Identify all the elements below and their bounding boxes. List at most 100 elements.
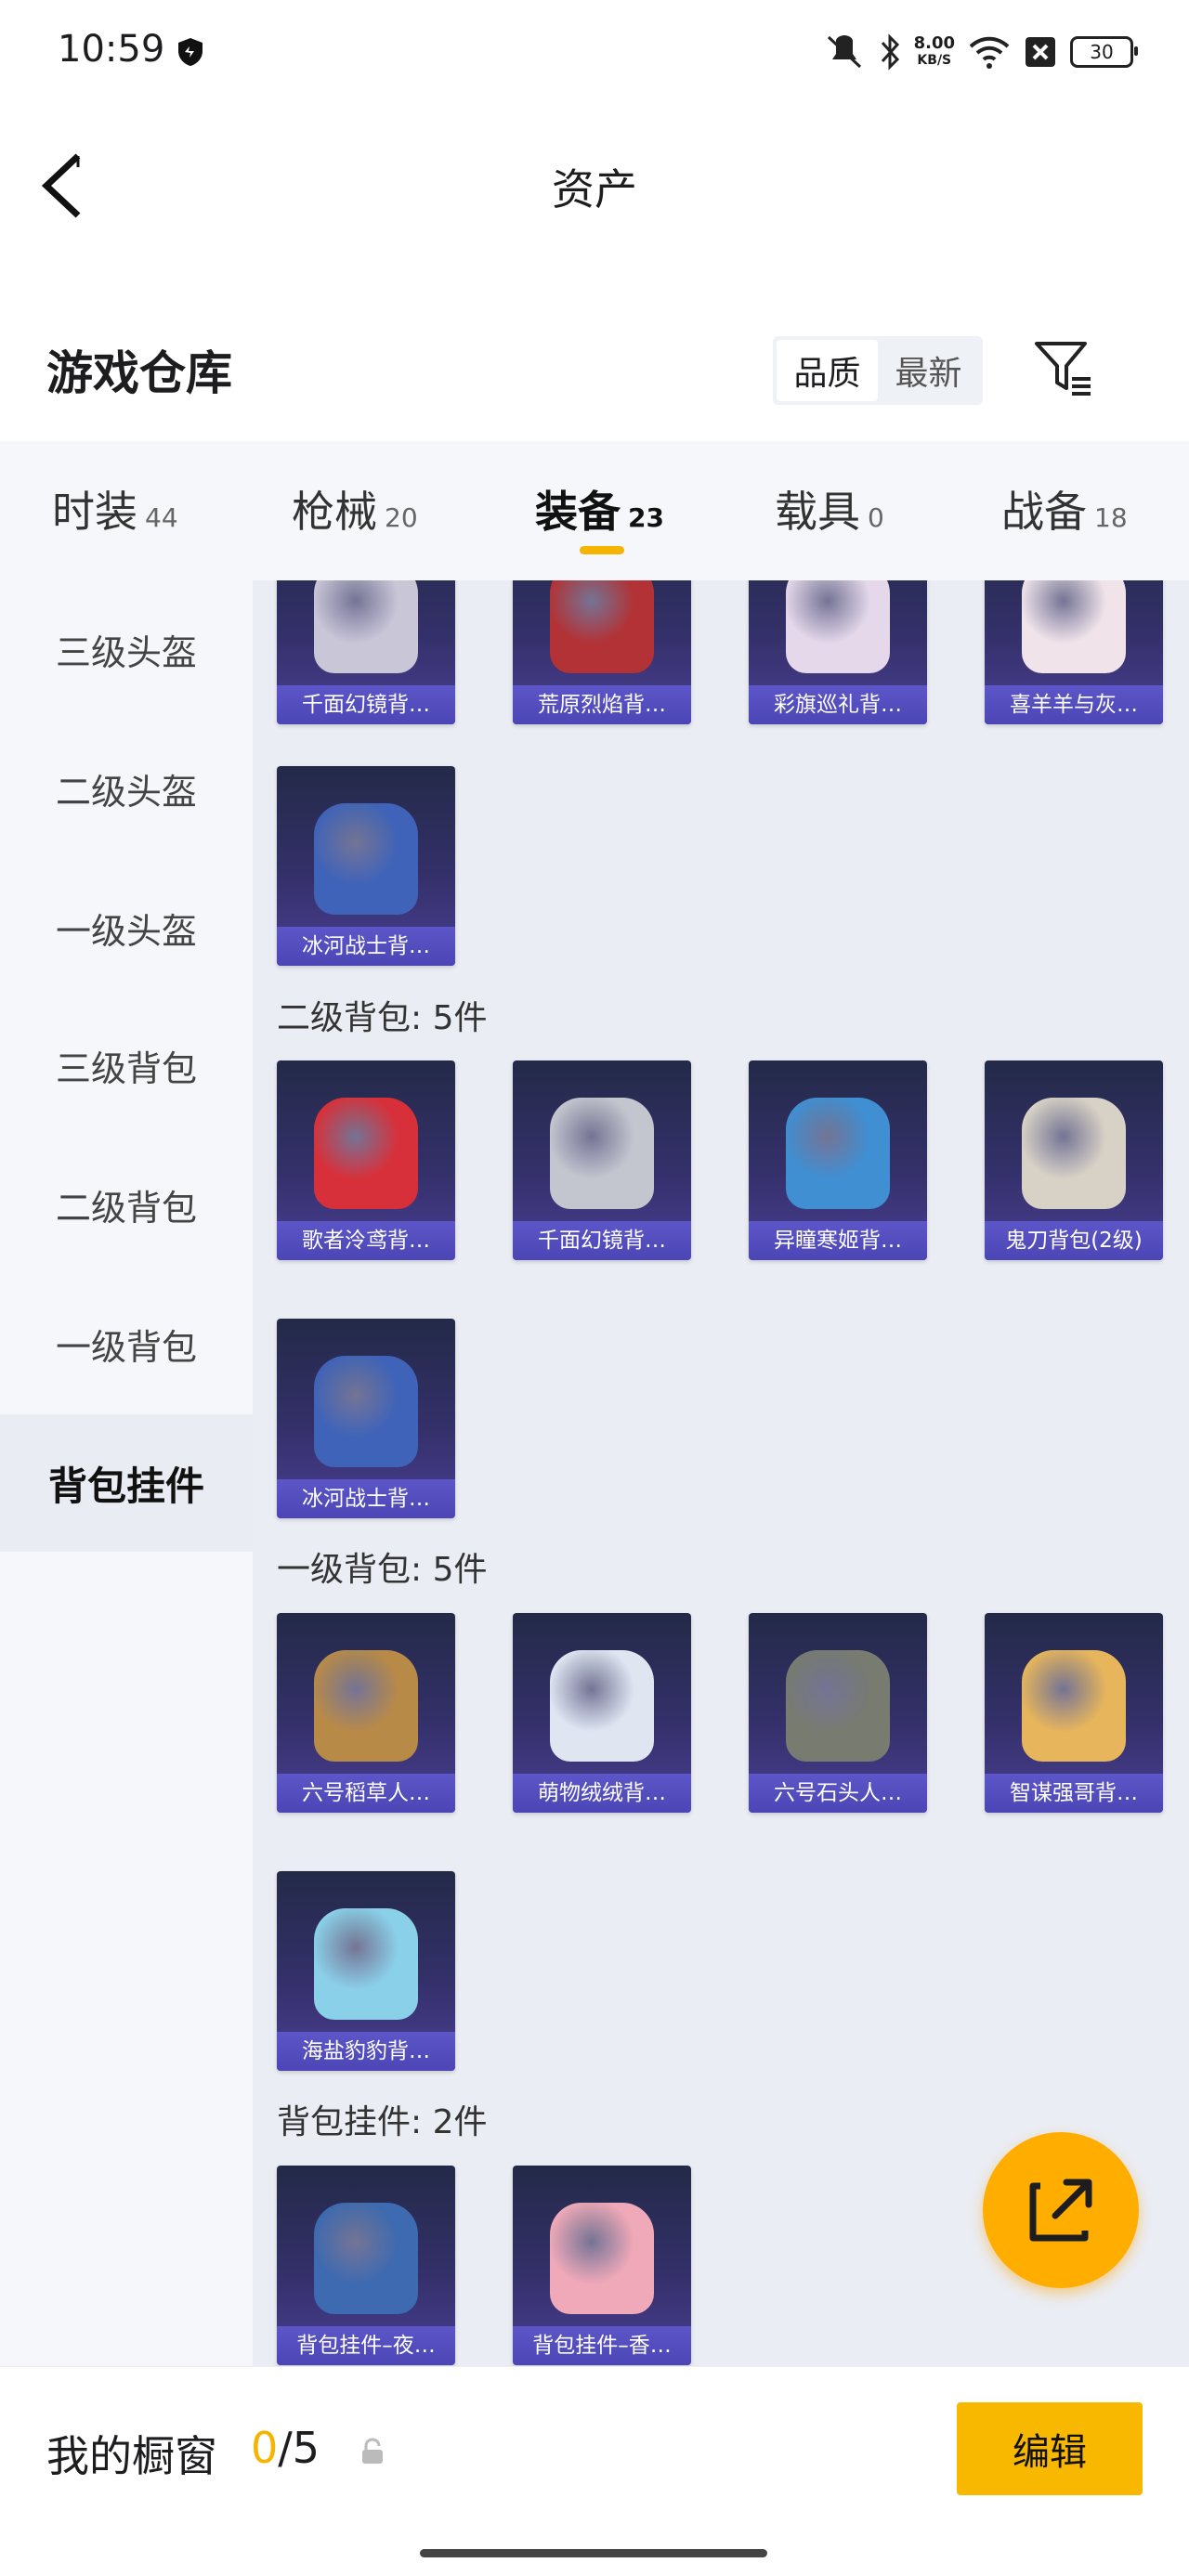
shield-icon: [178, 38, 203, 66]
item-name: 彩旗巡礼背…: [749, 685, 927, 724]
backpack-image: [314, 1908, 418, 2020]
tab-label: 载具: [775, 487, 860, 537]
item-name: 六号石头人…: [749, 1774, 927, 1813]
section-title: 背包挂件: 2件: [277, 2103, 488, 2141]
tab-preparation[interactable]: 战备 18: [1001, 478, 1128, 540]
item-name: 歌者泠鸢背…: [277, 1221, 455, 1260]
item-card[interactable]: 六号稻草人…: [277, 1613, 455, 1813]
item-name: 智谋强哥背…: [985, 1774, 1163, 1813]
tab-equipment[interactable]: 装备 23: [535, 478, 664, 540]
status-icons: 8.00 KB/S 30: [823, 26, 1138, 78]
sort-newest-option[interactable]: 最新: [878, 340, 979, 401]
tab-fashion[interactable]: 时装 44: [52, 478, 178, 540]
item-card[interactable]: 千面幻镜背…: [513, 1060, 691, 1260]
tab-vehicles[interactable]: 载具 0: [775, 478, 884, 540]
backpack-image: [314, 1650, 418, 1762]
tab-firearms[interactable]: 枪械 20: [292, 478, 418, 540]
item-card[interactable]: 喜羊羊与灰…: [985, 580, 1163, 724]
item-card[interactable]: 歌者泠鸢背…: [277, 1060, 455, 1260]
tab-count: 20: [385, 502, 418, 533]
subcategory-sidebar: 三级头盔 二级头盔 一级头盔 三级背包 二级背包 一级背包 背包挂件: [0, 580, 253, 2465]
charm-image: [314, 2203, 418, 2314]
item-card[interactable]: 冰河战士背…: [277, 1319, 455, 1518]
battery-icon: 30: [1070, 36, 1138, 68]
backpack-image: [786, 1650, 890, 1762]
bluetooth-icon: [881, 33, 899, 71]
sidebar-item-level1-backpack[interactable]: 一级背包: [0, 1275, 253, 1412]
tab-label: 枪械: [292, 487, 377, 537]
item-name: 海盐豹豹背…: [277, 2032, 455, 2071]
item-card[interactable]: 海盐豹豹背…: [277, 1871, 455, 2071]
item-card[interactable]: 冰河战士背…: [277, 766, 455, 966]
no-sim-icon: [1026, 37, 1055, 67]
tab-label: 时装: [52, 487, 137, 537]
category-tabs: 时装 44 枪械 20 装备 23 载具 0 战备 18: [0, 441, 1189, 580]
item-card[interactable]: 千面幻镜背…: [277, 580, 455, 724]
sidebar-item-level1-helmet[interactable]: 一级头盔: [0, 859, 253, 996]
item-card[interactable]: 六号石头人…: [749, 1613, 927, 1813]
item-card[interactable]: 背包挂件–香…: [513, 2166, 691, 2365]
backpack-image: [786, 1098, 890, 1209]
speed-unit: KB/S: [917, 53, 952, 68]
backpack-image: [314, 1356, 418, 1467]
item-name: 冰河战士背…: [277, 1479, 455, 1518]
tab-active-indicator: [580, 546, 624, 554]
backpack-image: [1022, 580, 1126, 673]
sort-toggle: 品质 最新: [773, 336, 983, 405]
showcase-label: 我的橱窗: [46, 2431, 217, 2481]
item-name: 背包挂件–香…: [513, 2326, 691, 2365]
backpack-image: [314, 803, 418, 915]
home-indicator: [420, 2549, 767, 2557]
share-export-icon: [1029, 2179, 1092, 2242]
section-title: 二级背包: 5件: [277, 999, 488, 1037]
showcase-total: 5: [292, 2423, 320, 2473]
item-name: 萌物绒绒背…: [513, 1774, 691, 1813]
speed-value: 8.00: [913, 33, 955, 53]
tab-label: 战备: [1001, 487, 1087, 537]
wifi-icon: [969, 36, 1010, 69]
item-card[interactable]: 彩旗巡礼背…: [749, 580, 927, 724]
tab-count: 0: [868, 502, 884, 533]
mute-vibrate-icon: [827, 35, 861, 69]
backpack-image: [786, 580, 890, 673]
showcase-current: 0: [251, 2423, 279, 2473]
page-title: 资产: [552, 164, 637, 215]
battery-level: 30: [1090, 41, 1114, 63]
item-name: 荒原烈焰背…: [513, 685, 691, 724]
backpack-image: [550, 1098, 654, 1209]
item-name: 冰河战士背…: [277, 927, 455, 966]
sort-quality-option[interactable]: 品质: [777, 340, 878, 401]
sidebar-item-level3-backpack[interactable]: 三级背包: [0, 996, 253, 1134]
backpack-image: [314, 1098, 418, 1209]
backpack-image: [550, 1650, 654, 1762]
item-name: 喜羊羊与灰…: [985, 685, 1163, 724]
showcase-count: 0/5: [251, 2423, 320, 2473]
tab-count: 23: [628, 502, 664, 533]
item-card[interactable]: 智谋强哥背…: [985, 1613, 1163, 1813]
sidebar-item-level3-helmet[interactable]: 三级头盔: [0, 580, 253, 718]
item-name: 千面幻镜背…: [513, 1221, 691, 1260]
sidebar-item-level2-helmet[interactable]: 二级头盔: [0, 720, 253, 857]
tab-count: 44: [145, 502, 178, 533]
item-name: 鬼刀背包(2级): [985, 1221, 1163, 1260]
backpack-image: [1022, 1098, 1126, 1209]
item-card[interactable]: 萌物绒绒背…: [513, 1613, 691, 1813]
item-name: 六号稻草人…: [277, 1774, 455, 1813]
item-card[interactable]: 背包挂件–夜…: [277, 2166, 455, 2365]
item-name: 异瞳寒姬背…: [749, 1221, 927, 1260]
sidebar-item-level2-backpack[interactable]: 二级背包: [0, 1136, 253, 1273]
item-name: 背包挂件–夜…: [277, 2326, 455, 2365]
item-card[interactable]: 异瞳寒姬背…: [749, 1060, 927, 1260]
tab-label: 装备: [535, 487, 621, 537]
warehouse-title: 游戏仓库: [46, 346, 232, 400]
edit-button[interactable]: 编辑: [957, 2402, 1143, 2495]
status-time: 10:59: [58, 28, 165, 71]
lock-icon: [362, 2438, 383, 2464]
share-fab-button[interactable]: [983, 2132, 1139, 2288]
status-bar: 10:59 8.00 KB/S 30: [0, 0, 1189, 102]
tab-count: 18: [1094, 502, 1128, 533]
item-card[interactable]: 荒原烈焰背…: [513, 580, 691, 724]
filter-icon[interactable]: [1031, 336, 1094, 399]
item-card[interactable]: 鬼刀背包(2级): [985, 1060, 1163, 1260]
sidebar-item-backpack-charm[interactable]: 背包挂件: [0, 1414, 253, 1552]
